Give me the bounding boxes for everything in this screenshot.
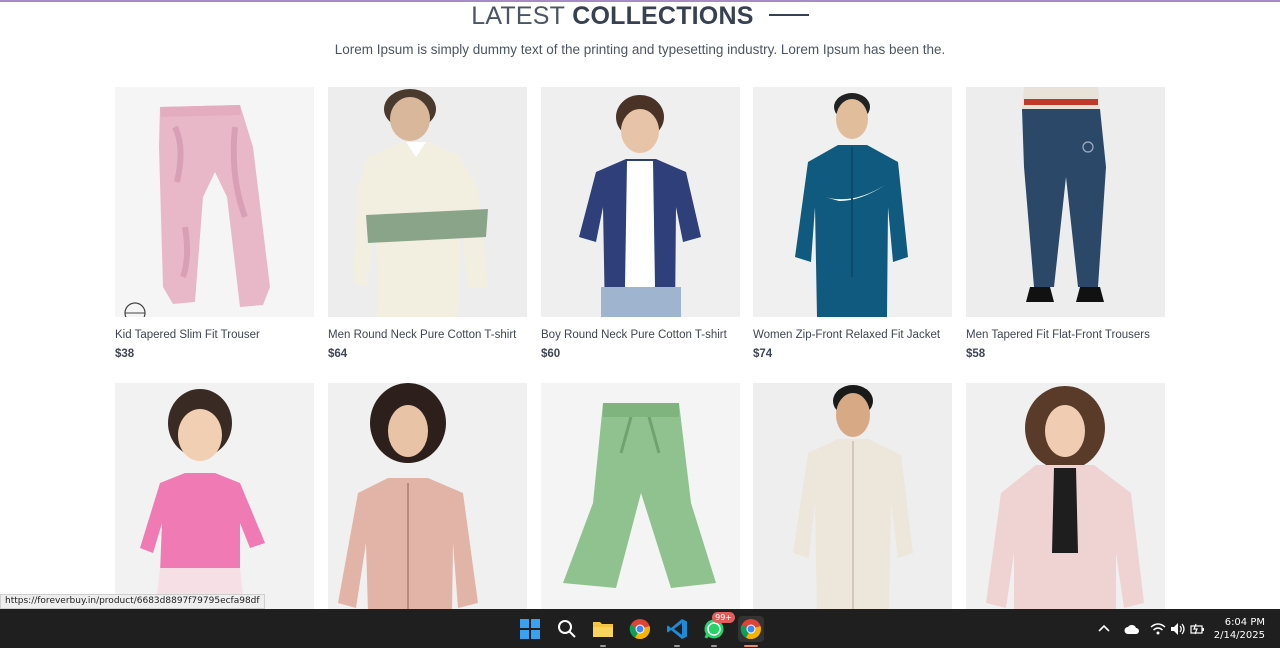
volume-icon[interactable] [1170,609,1186,648]
product-image[interactable] [541,383,740,613]
product-image[interactable] [115,87,314,317]
section-title-bold: COLLECTIONS [572,2,754,30]
battery-icon[interactable] [1190,609,1206,648]
windows-taskbar: 99+ 6:04 PM 2/14/2025 [0,609,1280,648]
product-card[interactable]: Men Round Neck Pure Cotton T-shirt $64 [328,87,527,360]
product-image[interactable] [115,383,314,613]
search-icon[interactable] [554,616,580,642]
product-card[interactable]: Men Tapered Fit Flat-Front Trousers $58 [966,87,1165,360]
section-title: LATEST COLLECTIONS [0,2,1280,30]
product-card[interactable]: Kid Tapered Slim Fit Trouser $38 [115,87,314,360]
product-name[interactable]: Women Zip-Front Relaxed Fit Jacket [753,329,952,341]
product-price: $38 [115,348,135,360]
running-indicator [600,645,606,647]
windows-start-icon[interactable] [517,616,543,642]
product-price: $60 [541,348,561,360]
product-card[interactable] [966,383,1165,613]
section-subtitle: Lorem Ipsum is simply dummy text of the … [334,42,946,57]
title-rule [768,14,809,17]
system-clock[interactable]: 6:04 PM 2/14/2025 [1214,616,1265,642]
product-name[interactable]: Kid Tapered Slim Fit Trouser [115,329,314,341]
onedrive-cloud-icon[interactable] [1124,609,1140,648]
file-explorer-icon[interactable] [590,616,616,647]
product-price: $74 [753,348,773,360]
product-name[interactable]: Men Tapered Fit Flat-Front Trousers [966,329,1165,341]
running-indicator [711,645,717,647]
product-image[interactable] [753,87,952,317]
clock-time: 6:04 PM [1224,617,1265,628]
clock-date: 2/14/2025 [1213,630,1265,641]
chrome-active-icon[interactable] [738,616,764,647]
product-card[interactable] [328,383,527,613]
chrome-icon[interactable] [627,616,653,642]
product-price: $58 [966,348,986,360]
product-name[interactable]: Men Round Neck Pure Cotton T-shirt [328,329,527,341]
notification-badge: 99+ [712,612,735,623]
status-bar-url: https://foreverbuy.in/product/6683d8897f… [0,594,265,609]
product-image[interactable] [966,87,1165,317]
wifi-icon[interactable] [1150,609,1166,648]
product-image[interactable] [328,383,527,613]
whatsapp-icon[interactable]: 99+ [701,612,735,647]
product-image[interactable] [328,87,527,317]
product-card[interactable] [115,383,314,613]
product-card[interactable]: Women Zip-Front Relaxed Fit Jacket $74 [753,87,952,360]
product-image[interactable] [541,87,740,317]
product-image[interactable] [966,383,1165,613]
product-price: $64 [328,348,348,360]
product-card[interactable] [541,383,740,613]
product-card[interactable]: Boy Round Neck Pure Cotton T-shirt $60 [541,87,740,360]
vscode-icon[interactable] [664,616,690,647]
section-title-light: LATEST [471,2,566,30]
product-image[interactable] [753,383,952,613]
active-indicator [744,645,758,647]
show-hidden-icons-chevron-icon[interactable] [1097,609,1111,648]
product-card[interactable] [753,383,952,613]
product-name[interactable]: Boy Round Neck Pure Cotton T-shirt [541,329,740,341]
running-indicator [674,645,680,647]
